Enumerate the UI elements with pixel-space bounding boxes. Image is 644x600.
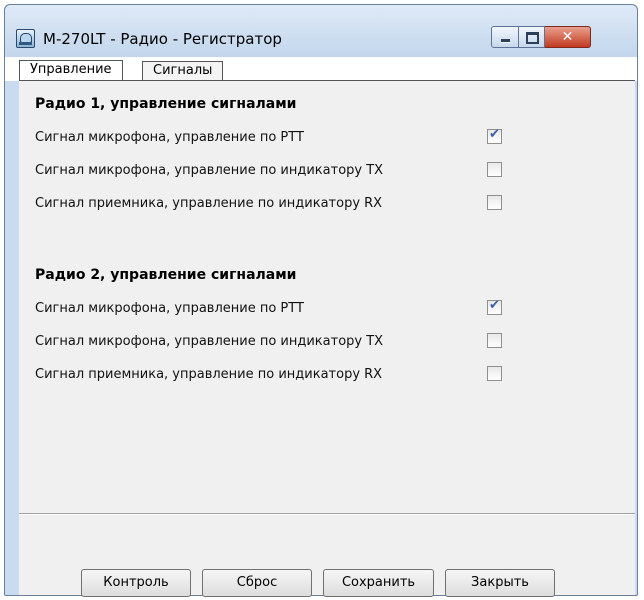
title-bar[interactable]: M-270LT - Радио - Регистратор ✕: [5, 5, 637, 57]
radio2-mic-tx-label: Сигнал микрофона, управление по индикато…: [35, 334, 384, 349]
window-title: M-270LT - Радио - Регистратор: [43, 30, 282, 48]
tab-panel: Радио 1, управление сигналами Сигнал мик…: [19, 80, 635, 597]
radio1-rx-label: Сигнал приемника, управление по индикато…: [35, 196, 383, 211]
close-icon: ✕: [561, 29, 574, 45]
radio1-mic-ptt-label: Сигнал микрофона, управление по PTT: [35, 130, 304, 145]
radio1-mic-tx-checkbox[interactable]: [487, 162, 502, 177]
radio2-mic-ptt-label: Сигнал микрофона, управление по PTT: [35, 301, 304, 316]
tab-upravlenie[interactable]: Управление: [19, 60, 123, 80]
tab-strip: Управление Сигналы: [5, 57, 637, 81]
reset-button[interactable]: Сброс: [202, 569, 312, 597]
tab-signaly[interactable]: Сигналы: [142, 61, 224, 80]
radio2-mic-ptt-checkbox[interactable]: [487, 298, 502, 315]
radio2-rx-label: Сигнал приемника, управление по индикато…: [35, 367, 383, 382]
radio1-section-title: Радио 1, управление сигналами: [35, 96, 297, 112]
footer-divider: [19, 513, 635, 515]
radio1-mic-ptt-checkbox[interactable]: [487, 127, 502, 144]
maximize-icon: [519, 27, 544, 47]
radio2-rx-checkbox[interactable]: [487, 366, 502, 381]
minimize-icon: [492, 27, 518, 47]
app-icon[interactable]: [16, 29, 35, 48]
radio1-rx-checkbox[interactable]: [487, 195, 502, 210]
radio2-mic-tx-checkbox[interactable]: [487, 333, 502, 348]
radio2-section-title: Радио 2, управление сигналами: [35, 267, 297, 283]
app-window: M-270LT - Радио - Регистратор ✕ Управлен…: [4, 4, 638, 597]
control-button[interactable]: Контроль: [81, 569, 191, 597]
close-window-button[interactable]: ✕: [545, 26, 591, 48]
radio1-mic-tx-label: Сигнал микрофона, управление по индикато…: [35, 163, 384, 178]
close-button[interactable]: Закрыть: [445, 569, 555, 597]
minimize-button[interactable]: [491, 26, 519, 48]
save-button[interactable]: Сохранить: [323, 569, 434, 597]
maximize-button[interactable]: [519, 26, 545, 48]
